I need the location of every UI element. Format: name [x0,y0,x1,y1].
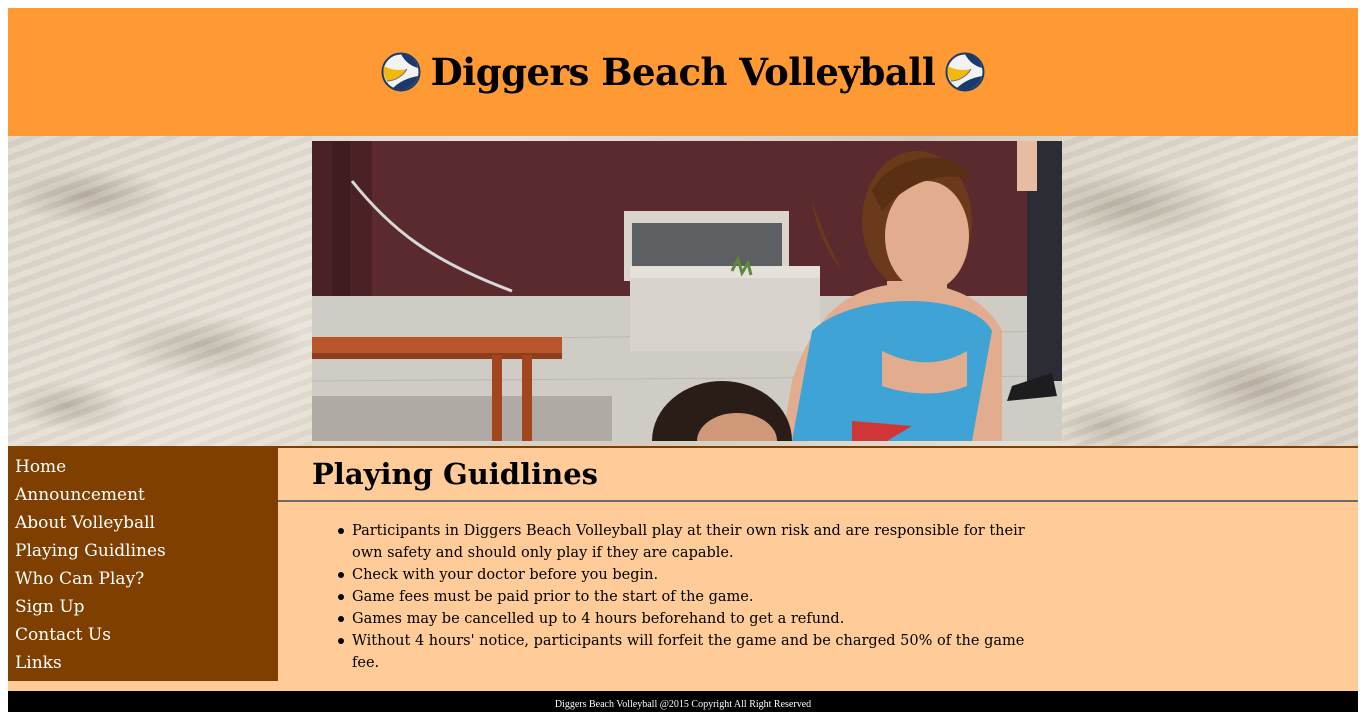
volleyball-icon [381,52,421,92]
nav-item-contact-us: Contact Us [15,623,278,651]
content-area: Home Announcement About Volleyball Playi… [8,446,1358,691]
list-item: Check with your doctor before you begin. [338,564,1052,586]
nav-link-contact-us[interactable]: Contact Us [15,625,111,645]
nav-item-about-volleyball: About Volleyball [15,511,278,539]
volleyball-icon [945,52,985,92]
nav-link-home[interactable]: Home [15,457,66,477]
nav-item-home: Home [15,455,278,483]
guidelines-list: Participants in Diggers Beach Volleyball… [278,502,1052,674]
site-title-text: Diggers Beach Volleyball [430,50,936,94]
list-item: Game fees must be paid prior to the star… [338,586,1052,608]
nav-item-playing-guidlines: Playing Guidlines [15,539,278,567]
nav-item-links: Links [15,651,278,679]
sand-background [8,136,312,446]
page-title: Playing Guidlines [312,457,598,491]
site-title: Diggers Beach Volleyball [381,50,986,94]
copyright-text: Diggers Beach Volleyball @2015 Copyright… [554,699,812,710]
volleyball-player-photo [312,141,1062,441]
list-item: Without 4 hours' notice, participants wi… [338,630,1052,674]
main-content: Playing Guidlines Participants in Digger… [278,448,1358,691]
sidebar-nav: Home Announcement About Volleyball Playi… [8,448,278,681]
nav-list: Home Announcement About Volleyball Playi… [8,448,278,679]
site-footer: Diggers Beach Volleyball @2015 Copyright… [8,691,1358,712]
site-header: Diggers Beach Volleyball [8,8,1358,136]
nav-link-links[interactable]: Links [15,653,62,673]
nav-item-announcement: Announcement [15,483,278,511]
nav-link-announcement[interactable]: Announcement [15,485,145,505]
nav-link-who-can-play[interactable]: Who Can Play? [15,569,144,589]
nav-item-sign-up: Sign Up [15,595,278,623]
nav-item-who-can-play: Who Can Play? [15,567,278,595]
nav-link-playing-guidlines[interactable]: Playing Guidlines [15,541,166,561]
sand-background [1062,136,1358,446]
nav-link-about-volleyball[interactable]: About Volleyball [15,513,155,533]
banner [8,136,1358,446]
list-item: Games may be cancelled up to 4 hours bef… [338,608,1052,630]
page: Diggers Beach Volleyball Home Announceme… [8,8,1358,712]
nav-link-sign-up[interactable]: Sign Up [15,597,85,617]
list-item: Participants in Diggers Beach Volleyball… [338,520,1052,564]
